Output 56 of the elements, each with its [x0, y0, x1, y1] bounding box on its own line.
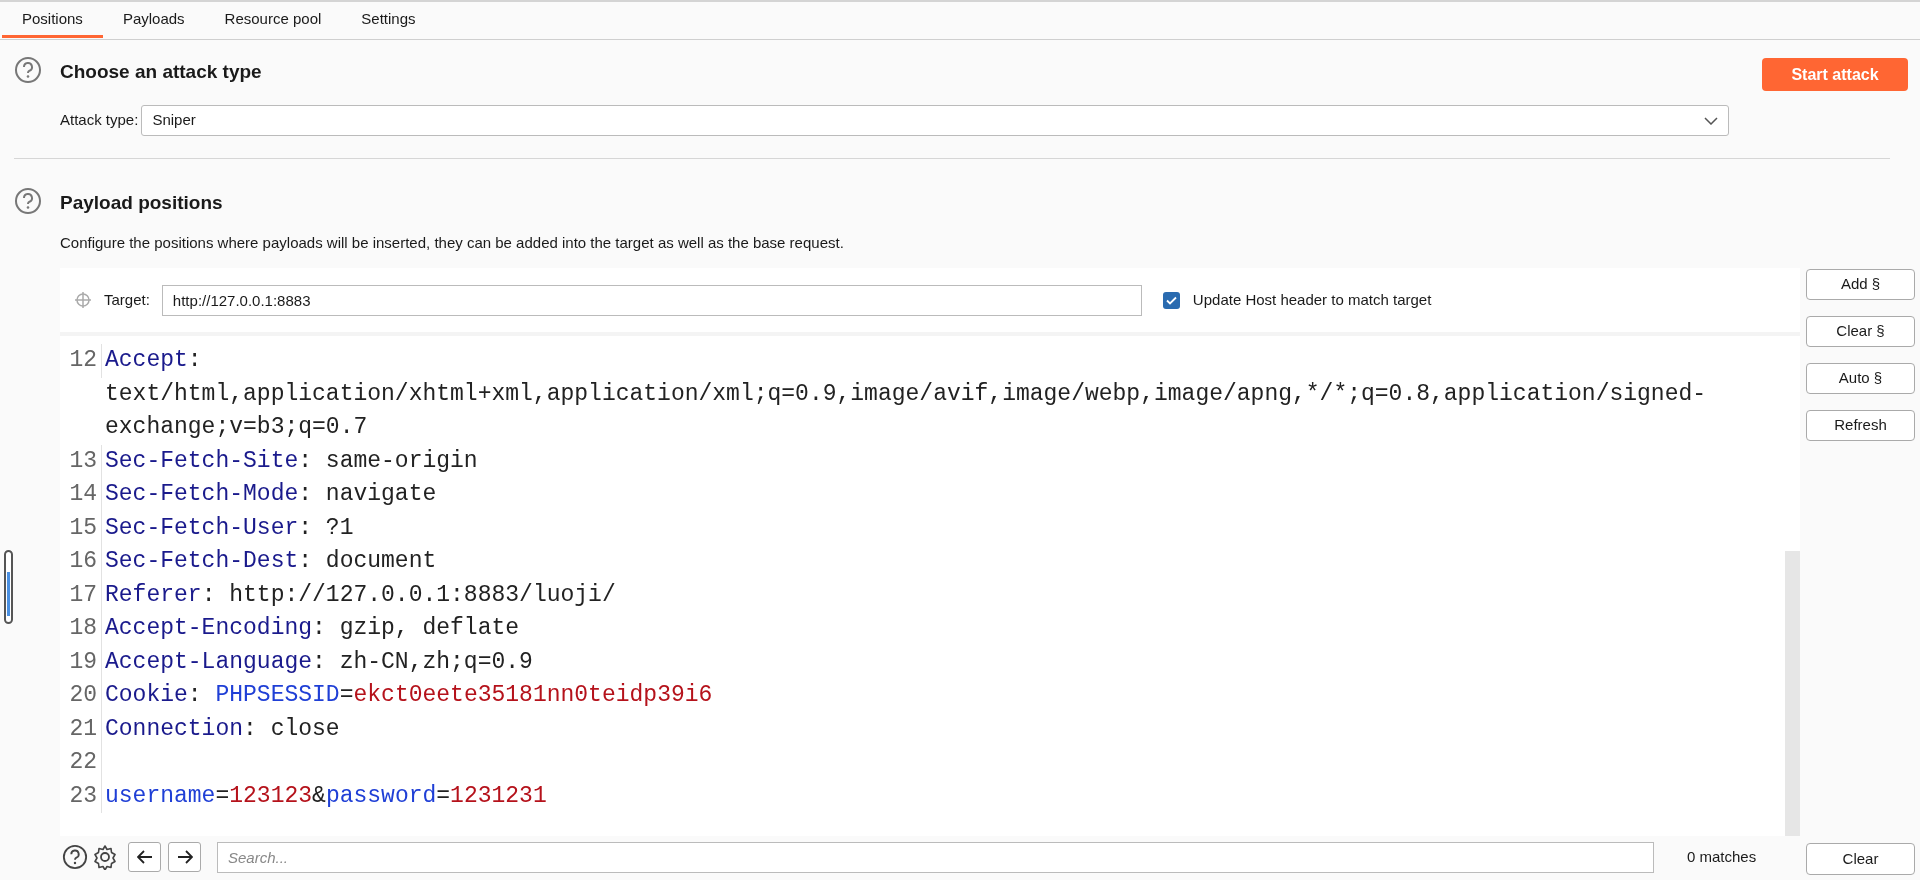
attack-type-select[interactable]: Sniper [141, 105, 1730, 136]
attack-type-label: Attack type: [60, 110, 139, 131]
code-line: Accept-Language: zh-CN,zh;q=0.9 [104, 647, 534, 677]
code-line: Referer: http://127.0.0.1:8883/luoji/ [104, 580, 617, 610]
arrow-right-icon [176, 850, 193, 864]
search-field[interactable]: Search... [217, 841, 1654, 873]
code-line: Sec-Fetch-Mode: navigate [104, 480, 438, 509]
arrow-left-icon [136, 850, 153, 864]
section-title: Payload positions [60, 191, 224, 215]
forward-button[interactable] [168, 842, 201, 872]
code-line: Sec-Fetch-Site: same-origin [104, 446, 479, 476]
tab[interactable]: Positions [2, 4, 103, 38]
checkbox[interactable] [1162, 291, 1180, 309]
line-number: 19 [60, 645, 102, 679]
chevron-down-icon [1704, 116, 1719, 125]
code-line: Accept: text/html,application/xhtml+xml,application/xml;q=0.9,image/avif,image/webp,image/apng,*/*;q=0.8,application/signed-exchange;v=b3;q=0.7 [104, 346, 1708, 442]
action-button[interactable]: Add § [1806, 269, 1915, 300]
code-line: username=123123&password=1231231 [104, 781, 548, 811]
help-icon[interactable] [62, 844, 88, 870]
help-icon[interactable] [14, 187, 42, 215]
code-line: Accept-Encoding: gzip, deflate [104, 614, 521, 643]
line-number: 13 [60, 444, 102, 478]
check-icon [1165, 295, 1177, 305]
code-line: Sec-Fetch-Dest: document [104, 547, 438, 576]
scroll-handle[interactable] [4, 550, 13, 624]
line-number: 14 [60, 478, 102, 512]
line-number: 17 [60, 578, 102, 612]
clear-button[interactable]: Clear [1806, 843, 1915, 875]
match-count: 0 matches [1687, 846, 1757, 867]
line-number: 23 [60, 779, 102, 813]
line-number: 22 [60, 746, 102, 780]
crosshair-icon [74, 291, 92, 309]
back-button[interactable] [128, 842, 161, 872]
line-number: 18 [60, 612, 102, 646]
code-line: Cookie: PHPSESSID=ekct0eete35181nn0teidp39i6 [104, 681, 714, 710]
action-button[interactable]: Clear § [1806, 316, 1915, 347]
scrollbar[interactable] [1785, 551, 1800, 836]
section-title: Choose an attack type [60, 60, 262, 84]
code-line: Connection: close [104, 714, 341, 744]
action-button[interactable]: Refresh [1806, 410, 1915, 441]
line-number: 21 [60, 712, 102, 746]
section-description: Configure the positions where payloads will be inserted, they can be added into the target as well as the base request. [60, 232, 844, 253]
checkbox-label[interactable]: Update Host header to match target [1192, 288, 1432, 312]
tab[interactable]: Payloads [102, 4, 205, 38]
line-number: 15 [60, 511, 102, 545]
code-line: Sec-Fetch-User: ?1 [104, 513, 355, 543]
target-label: Target: [104, 289, 150, 310]
target-field[interactable]: http://127.0.0.1:8883 [161, 284, 1142, 316]
line-number: 20 [60, 679, 102, 713]
help-icon[interactable] [14, 56, 42, 84]
tab[interactable]: Resource pool [204, 4, 342, 38]
line-number: 16 [60, 545, 102, 579]
tab[interactable]: Settings [341, 4, 436, 38]
line-number: 12 [60, 344, 102, 378]
action-button[interactable]: Auto § [1806, 363, 1915, 394]
settings-icon[interactable] [92, 844, 118, 870]
